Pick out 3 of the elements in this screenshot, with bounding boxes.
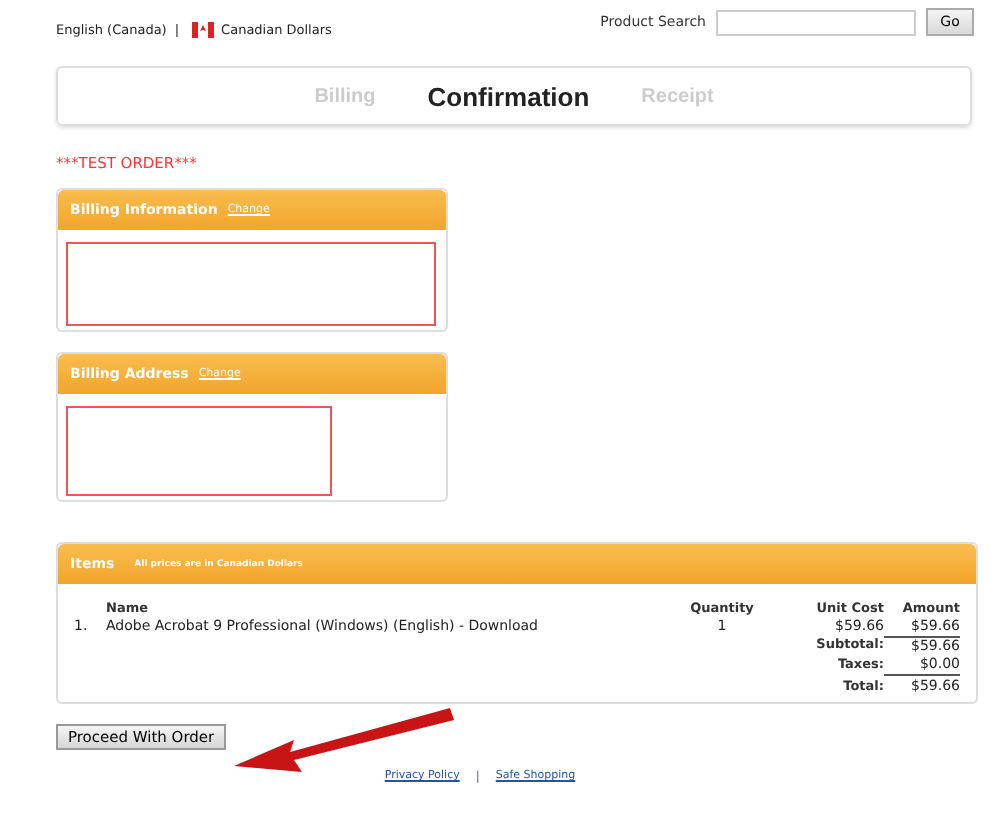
flag-icon xyxy=(191,22,214,38)
search-field[interactable] xyxy=(716,9,916,35)
step-label: Confirmation xyxy=(427,81,590,111)
